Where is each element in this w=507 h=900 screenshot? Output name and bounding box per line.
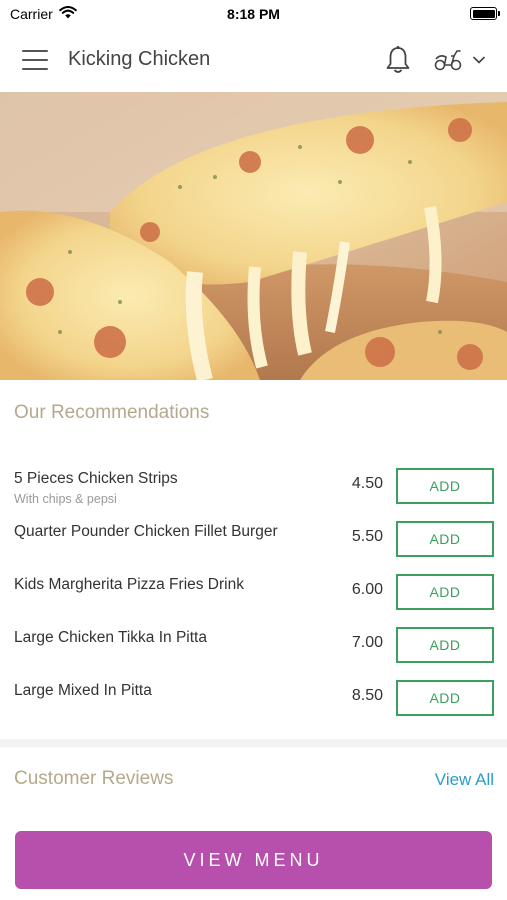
item-name: Large Chicken Tikka In Pitta: [14, 629, 207, 646]
scooter-icon: [433, 48, 463, 72]
wifi-icon: [58, 5, 77, 22]
add-button[interactable]: ADD: [396, 680, 494, 716]
add-button[interactable]: ADD: [396, 574, 494, 610]
item-price: 8.50: [351, 687, 383, 704]
view-menu-button[interactable]: VIEW MENU: [15, 831, 492, 889]
item-price: 4.50: [351, 475, 383, 492]
item-price: 7.00: [351, 634, 383, 651]
status-left: Carrier: [10, 6, 77, 22]
recommendations-heading: Our Recommendations: [14, 402, 210, 423]
menu-icon[interactable]: [22, 49, 48, 70]
chevron-down-icon: [473, 56, 485, 64]
app-header: Kicking Chicken: [0, 27, 507, 92]
item-name: Large Mixed In Pitta: [14, 682, 152, 699]
view-all-link[interactable]: View All: [435, 770, 494, 790]
list-item: Large Mixed In Pitta 8.50 ADD: [0, 672, 507, 725]
recommendations-list: 5 Pieces Chicken Strips With chips & pep…: [0, 460, 507, 725]
hero-pizza-image: [0, 92, 507, 380]
battery-icon: [470, 7, 500, 20]
section-divider: [0, 739, 507, 747]
list-item: Large Chicken Tikka In Pitta 7.00 ADD: [0, 619, 507, 672]
delivery-mode-selector[interactable]: [433, 48, 485, 72]
bell-icon[interactable]: [385, 45, 411, 75]
item-subtitle: With chips & pepsi: [14, 492, 117, 506]
item-price: 6.00: [351, 581, 383, 598]
restaurant-title: Kicking Chicken: [68, 48, 211, 70]
item-name: Quarter Pounder Chicken Fillet Burger: [14, 523, 278, 540]
add-button[interactable]: ADD: [396, 468, 494, 504]
carrier-label: Carrier: [10, 5, 53, 22]
list-item: Kids Margherita Pizza Fries Drink 6.00 A…: [0, 566, 507, 619]
add-button[interactable]: ADD: [396, 521, 494, 557]
list-item: 5 Pieces Chicken Strips With chips & pep…: [0, 460, 507, 513]
reviews-heading: Customer Reviews: [14, 768, 174, 789]
list-item: Quarter Pounder Chicken Fillet Burger 5.…: [0, 513, 507, 566]
status-bar: Carrier 8:18 PM: [0, 0, 507, 27]
item-price: 5.50: [351, 528, 383, 545]
add-button[interactable]: ADD: [396, 627, 494, 663]
item-name: Kids Margherita Pizza Fries Drink: [14, 576, 244, 593]
header-actions: [385, 45, 485, 75]
item-name: 5 Pieces Chicken Strips: [14, 470, 178, 487]
